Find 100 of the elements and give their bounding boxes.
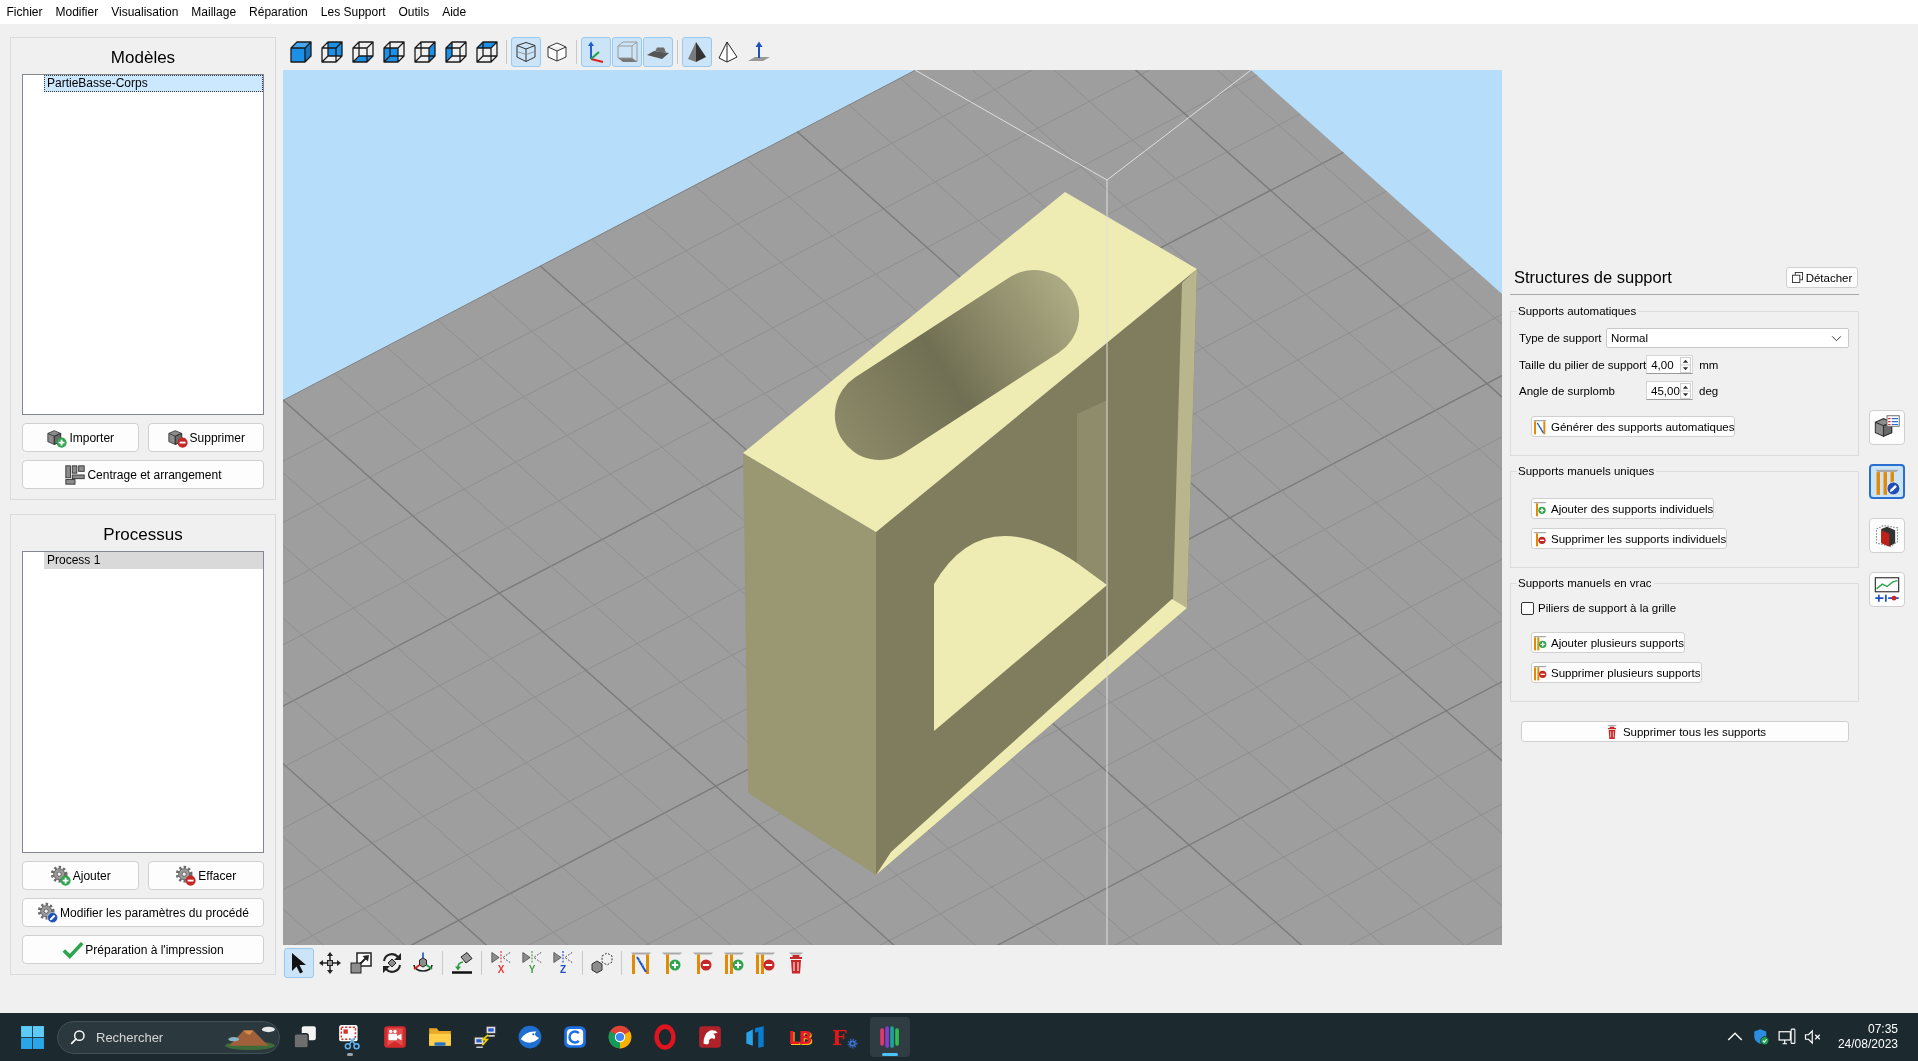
- menu-item[interactable]: Réparation: [242, 2, 315, 22]
- spin-arrows-icon[interactable]: [1680, 356, 1692, 373]
- add-supports-button[interactable]: Ajouter plusieurs supports: [1531, 632, 1685, 653]
- chart-sliders-icon: [1873, 575, 1901, 604]
- wand-pillars-icon: [1532, 418, 1548, 435]
- bounding-box-button[interactable]: [612, 37, 642, 67]
- pyramid-outline-icon: [716, 40, 740, 64]
- list-item[interactable]: PartieBasse-Corps: [44, 75, 263, 92]
- group-title: Supports manuels en vrac: [1517, 576, 1653, 590]
- remove-support-button[interactable]: Supprimer les supports individuels: [1531, 528, 1728, 549]
- perspective-button[interactable]: [511, 37, 541, 67]
- group-title: Supports automatiques: [1517, 304, 1638, 318]
- gear-minus-icon: [175, 864, 198, 887]
- search-field[interactable]: Rechercher: [57, 1020, 280, 1054]
- gear-plus-icon: [49, 864, 72, 887]
- pillars-minus-icon: [753, 951, 777, 975]
- delete-all-supports-button[interactable]: Supprimer tous les supports: [1521, 721, 1849, 742]
- panel-title: Modèles: [109, 47, 177, 69]
- pillar-plus-icon: [660, 951, 684, 975]
- shaded-view-button[interactable]: [682, 37, 712, 67]
- unit-label: deg: [1699, 384, 1719, 397]
- number-spinbox[interactable]: 45,00: [1646, 381, 1693, 400]
- checkbox-label[interactable]: Piliers de support à la grille: [1538, 602, 1677, 614]
- part-view-button[interactable]: [1869, 518, 1905, 553]
- mirror-button[interactable]: X: [486, 948, 516, 978]
- cube-icon: [475, 40, 499, 64]
- support-editor-button[interactable]: [1869, 464, 1905, 499]
- pillars-plus-icon: [1532, 634, 1548, 651]
- landscape-icon: [224, 1024, 276, 1050]
- prepare-print-button[interactable]: Préparation à l'impression: [22, 935, 264, 964]
- 3d-model[interactable]: [743, 192, 1197, 875]
- menu-item[interactable]: Maillage: [184, 2, 243, 22]
- cube-icon: [320, 40, 344, 64]
- chevron-down-icon: [1831, 334, 1842, 342]
- pillars-minus-icon: [1532, 664, 1548, 681]
- cube-icon: [351, 40, 375, 64]
- import-button[interactable]: Importer: [22, 423, 139, 452]
- arrange-button[interactable]: Centrage et arrangement: [22, 460, 264, 489]
- list-item[interactable]: Process 1: [44, 552, 263, 569]
- place-on-face-icon: [450, 951, 474, 975]
- shield-check-icon[interactable]: [1751, 1028, 1770, 1046]
- edit-settings-button[interactable]: Modifier les paramètres du procédé: [22, 898, 264, 927]
- menu-item[interactable]: Modifier: [49, 2, 105, 22]
- field-label: Taille du pilier de support: [1519, 358, 1647, 371]
- speaker-muted-icon[interactable]: [1803, 1028, 1822, 1046]
- video-camera-icon: [382, 1024, 408, 1050]
- menu-item[interactable]: Aide: [435, 2, 473, 22]
- support-type-dropdown[interactable]: Normal: [1606, 328, 1849, 348]
- overlapping-squares-icon: [292, 1024, 318, 1050]
- network-computers-icon: [472, 1024, 498, 1050]
- menu-item[interactable]: Outils: [392, 2, 436, 22]
- swirl-tile-icon: [697, 1024, 723, 1050]
- wand-pillars-icon: [629, 951, 653, 975]
- pillars-pencil-icon: [1873, 467, 1901, 496]
- clock-date: 24/08/2023: [1837, 1037, 1898, 1052]
- add-process-button[interactable]: Ajouter: [22, 861, 139, 890]
- wireframe-cube-icon: [514, 40, 538, 64]
- menu-item[interactable]: Visualisation: [104, 2, 185, 22]
- detach-button[interactable]: Détacher: [1786, 267, 1858, 288]
- menu-item[interactable]: Les Support: [314, 2, 392, 22]
- cubes-icon: [590, 951, 614, 975]
- circle-logo-icon: [607, 1024, 633, 1050]
- windows-logo-icon: [19, 1024, 45, 1050]
- axes-button[interactable]: [581, 37, 611, 67]
- select-tool-button[interactable]: [284, 948, 314, 978]
- cube-icon: [382, 40, 406, 64]
- spin-arrows-icon[interactable]: [1680, 382, 1691, 399]
- erase-process-button[interactable]: Effacer: [147, 861, 264, 890]
- remove-supports-button[interactable]: Supprimer plusieurs supports: [1531, 662, 1702, 683]
- blocks-icon: [64, 463, 87, 486]
- cube-axes-icon: [411, 951, 435, 975]
- scissors-icon: [337, 1024, 363, 1050]
- resize-icon: [349, 951, 373, 975]
- panel-title: Processus: [102, 524, 184, 546]
- generate-supports-button[interactable]: Générer des supports automatiques: [1531, 416, 1736, 437]
- mirror-icon: [490, 951, 512, 964]
- gear-icon: [846, 1038, 858, 1049]
- model-info-button[interactable]: [1869, 410, 1905, 445]
- pillar-plus-icon: [1532, 500, 1548, 517]
- group-title: Supports manuels uniques: [1517, 464, 1656, 478]
- number-spinbox[interactable]: 4,00: [1646, 355, 1694, 374]
- checkbox[interactable]: [1521, 601, 1534, 615]
- add-support-button[interactable]: Ajouter des supports individuels: [1531, 498, 1715, 519]
- pyramid-icon: [685, 40, 709, 64]
- mirror-icon: [521, 951, 543, 964]
- box-outline-icon: [615, 40, 639, 64]
- build-plate-button[interactable]: [643, 37, 673, 67]
- analysis-button[interactable]: [1869, 572, 1905, 607]
- gear-pencil-icon: [37, 901, 60, 924]
- menu-item[interactable]: Fichier: [0, 2, 49, 22]
- tile-arc-icon: [562, 1024, 588, 1050]
- cube-icon: [444, 40, 468, 64]
- cube-outline-icon: [545, 40, 569, 64]
- pillar-minus-icon: [691, 951, 715, 975]
- move-arrows-icon: [318, 951, 342, 975]
- bird-icon: [517, 1024, 543, 1050]
- arrow-up-icon: [747, 40, 771, 64]
- delete-button[interactable]: Supprimer: [147, 423, 264, 452]
- monitor-icon[interactable]: [1777, 1028, 1796, 1046]
- mirror-button[interactable]: Z: [548, 948, 578, 978]
